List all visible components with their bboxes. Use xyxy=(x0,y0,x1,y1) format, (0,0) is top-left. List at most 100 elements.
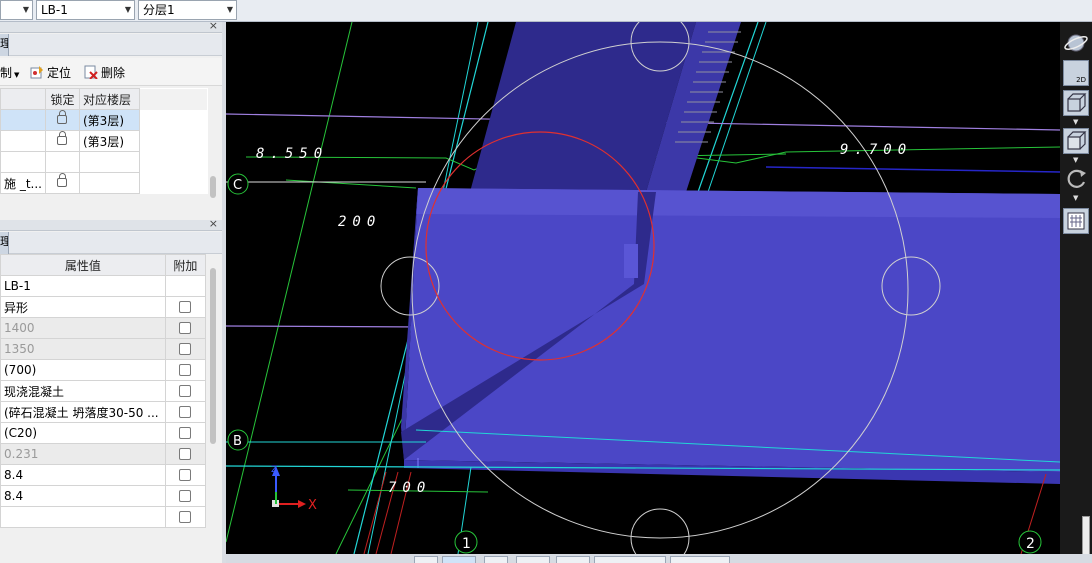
column-header-value[interactable]: 属性值 xyxy=(0,254,166,276)
column-header-extra[interactable]: 附加 xyxy=(164,254,207,276)
view-2d-button[interactable]: 2D xyxy=(1063,60,1089,86)
property-row[interactable]: LB-1 xyxy=(0,275,207,297)
layer-combo[interactable]: 分层1 ▼ xyxy=(138,0,237,20)
lock-icon xyxy=(57,173,67,187)
extra-checkbox[interactable] xyxy=(179,406,192,418)
viewport-scrollbar[interactable] xyxy=(1082,516,1090,556)
view-box-button[interactable] xyxy=(1063,128,1089,154)
layer-view-button[interactable] xyxy=(1063,208,1089,234)
axis-label: 1 xyxy=(462,536,471,552)
property-row[interactable]: (700) xyxy=(0,359,207,381)
extra-checkbox[interactable] xyxy=(179,385,192,397)
property-row[interactable]: 1350 xyxy=(0,338,207,360)
bottom-tab[interactable] xyxy=(484,556,508,563)
extra-checkbox[interactable] xyxy=(179,322,192,334)
property-value[interactable]: 1350 xyxy=(0,338,166,360)
layer-table-scrollbar[interactable] xyxy=(208,110,218,214)
3d-viewport[interactable]: 8.550 9.700 200 700 C B 1 2 Z X xyxy=(226,22,1060,554)
property-row[interactable]: 现浇混凝土 xyxy=(0,380,207,402)
extra-checkbox[interactable] xyxy=(179,364,192,376)
delete-icon xyxy=(84,65,98,79)
row-floor xyxy=(79,151,140,173)
chevron-down-icon[interactable]: ▼ xyxy=(1073,118,1078,126)
extra-checkbox[interactable] xyxy=(179,427,192,439)
header-spacer xyxy=(139,88,208,110)
bottom-tab[interactable] xyxy=(556,556,590,563)
extra-checkbox[interactable] xyxy=(179,448,192,460)
property-row[interactable]: 0.231 xyxy=(0,443,207,465)
property-row[interactable]: 8.4 xyxy=(0,485,207,507)
property-row[interactable]: (C20) xyxy=(0,422,207,444)
property-value[interactable]: 1400 xyxy=(0,317,166,339)
column-header-lock[interactable]: 锁定 xyxy=(45,88,80,110)
copy-button[interactable]: 制 ▼ xyxy=(0,64,19,81)
property-row[interactable]: 1400 xyxy=(0,317,207,339)
bottom-tab-active[interactable] xyxy=(442,556,476,563)
row-lock[interactable] xyxy=(45,130,80,152)
property-value[interactable]: 现浇混凝土 xyxy=(0,380,166,402)
column-header-name[interactable] xyxy=(0,88,46,110)
orbit-button[interactable] xyxy=(1063,30,1089,56)
extra-checkbox[interactable] xyxy=(179,343,192,355)
property-table-scrollbar[interactable] xyxy=(208,266,218,546)
extra-checkbox[interactable] xyxy=(179,301,192,313)
layer-panel-header: × xyxy=(0,19,222,33)
ucs-x-label: X xyxy=(308,498,317,513)
chevron-down-icon: ▼ xyxy=(22,5,29,14)
scrollbar-thumb[interactable] xyxy=(210,268,216,444)
view-cube-button[interactable] xyxy=(1063,90,1089,116)
property-row[interactable]: 8.4 xyxy=(0,464,207,486)
extra-checkbox[interactable] xyxy=(179,490,192,502)
property-value[interactable]: (C20) xyxy=(0,422,166,444)
row-floor xyxy=(79,172,140,194)
property-value[interactable]: 8.4 xyxy=(0,464,166,486)
extra-checkbox[interactable] xyxy=(179,511,192,523)
rotate-button[interactable] xyxy=(1063,166,1089,192)
lock-icon xyxy=(57,131,67,145)
property-panel-tab[interactable]: 理 xyxy=(0,232,9,254)
table-row[interactable] xyxy=(0,151,208,173)
axis-line xyxy=(765,166,1060,173)
row-name xyxy=(0,130,46,152)
locate-button[interactable]: 定位 xyxy=(30,64,71,81)
close-icon[interactable]: × xyxy=(209,19,218,32)
property-value[interactable]: 异形 xyxy=(0,296,166,318)
delete-label: 删除 xyxy=(101,66,126,80)
floor-combo[interactable]: ▼ xyxy=(0,0,33,20)
component-combo[interactable]: LB-1 ▼ xyxy=(36,0,135,20)
row-lock[interactable] xyxy=(45,109,80,131)
property-value[interactable]: 0.231 xyxy=(0,443,166,465)
layer-panel-tab[interactable]: 理 xyxy=(0,34,9,56)
property-value[interactable]: LB-1 xyxy=(0,275,166,297)
orbit-handle-bottom[interactable] xyxy=(630,508,690,554)
column-header-floor[interactable]: 对应楼层 xyxy=(79,88,140,110)
table-row[interactable]: (第3层) xyxy=(0,130,208,152)
top-toolbar: ▼ LB-1 ▼ 分层1 ▼ xyxy=(0,0,1092,22)
red-line xyxy=(363,471,387,554)
grid-line xyxy=(226,22,353,543)
bottom-tab[interactable] xyxy=(414,556,438,563)
table-row[interactable]: (第3层) xyxy=(0,109,208,131)
close-icon[interactable]: × xyxy=(209,217,218,230)
bottom-tab[interactable] xyxy=(594,556,666,563)
property-row[interactable]: 异形 xyxy=(0,296,207,318)
property-value[interactable]: (700) xyxy=(0,359,166,381)
property-value[interactable] xyxy=(0,506,166,528)
table-row[interactable]: 施 _t... xyxy=(0,172,208,194)
elevation-mark xyxy=(285,179,417,189)
axis-label: B xyxy=(233,434,242,449)
chevron-down-icon[interactable]: ▼ xyxy=(1073,194,1078,202)
scrollbar-thumb[interactable] xyxy=(210,176,216,198)
chevron-down-icon[interactable]: ▼ xyxy=(1073,156,1078,164)
row-lock[interactable] xyxy=(45,151,80,173)
bottom-tab[interactable] xyxy=(516,556,550,563)
property-row[interactable] xyxy=(0,506,207,528)
slab-top xyxy=(404,188,1060,472)
delete-button[interactable]: 删除 xyxy=(84,64,125,81)
property-value[interactable]: (碎石混凝土 坍落度30-50 ... xyxy=(0,401,166,423)
extra-checkbox[interactable] xyxy=(179,469,192,481)
property-row[interactable]: (碎石混凝土 坍落度30-50 ... xyxy=(0,401,207,423)
row-lock[interactable] xyxy=(45,172,80,194)
bottom-tab[interactable] xyxy=(670,556,730,563)
property-value[interactable]: 8.4 xyxy=(0,485,166,507)
